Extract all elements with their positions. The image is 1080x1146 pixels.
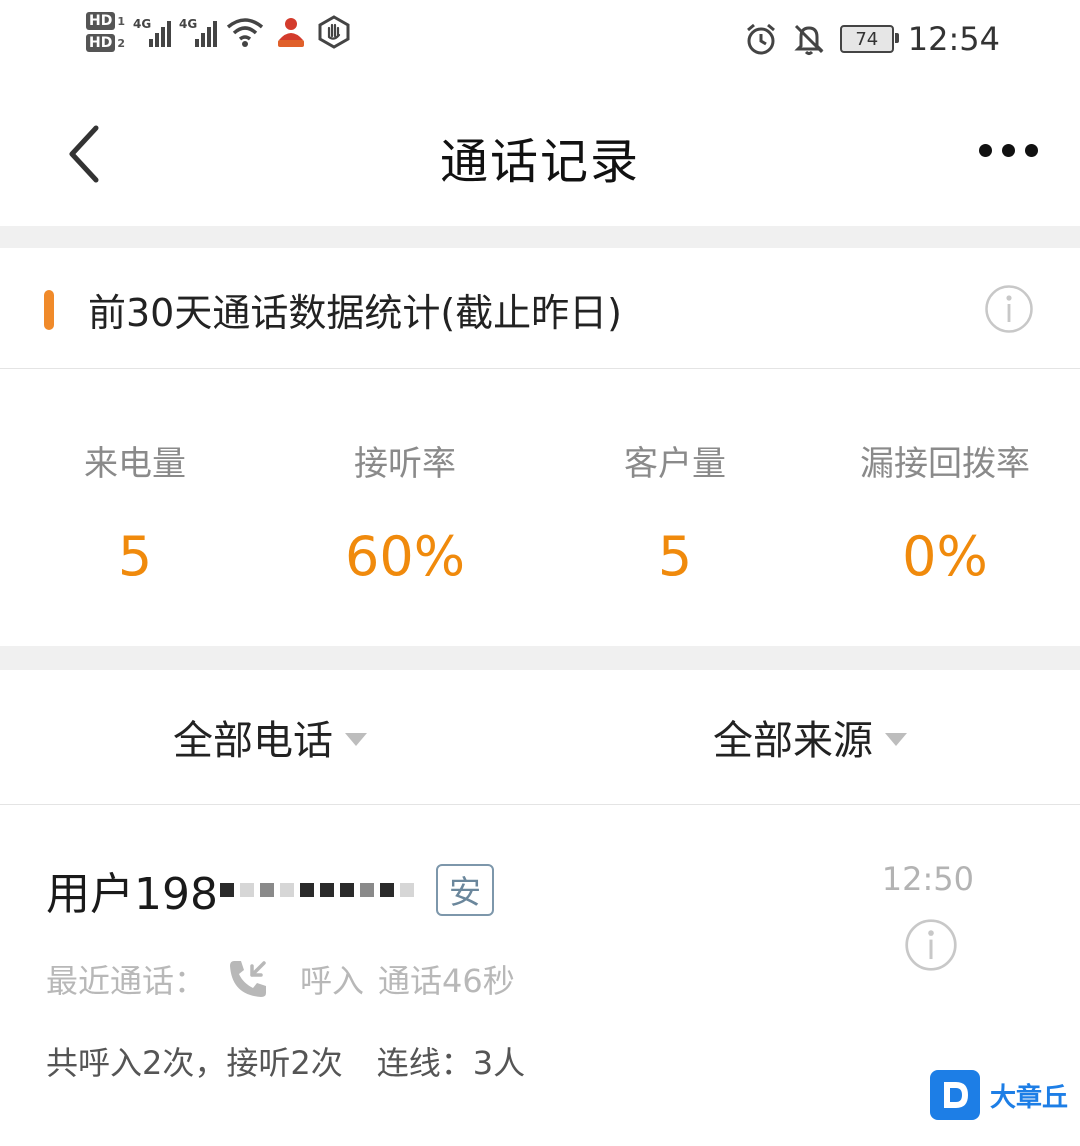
alarm-icon — [746, 23, 775, 55]
masked-number — [219, 868, 414, 912]
mute-icon — [794, 24, 824, 55]
page-title: 通话记录 — [439, 134, 640, 190]
recent-call-line: 最近通话： 呼入 通话46秒 — [46, 956, 515, 1002]
info-icon[interactable] — [984, 284, 1034, 334]
security-tag: 安 — [435, 864, 494, 916]
connection-count: 连线：3人 — [376, 1044, 526, 1082]
signal-icon-sim2: 4G — [179, 17, 217, 47]
source-filter[interactable]: 全部来源 — [540, 670, 1080, 804]
call-record-item[interactable]: 用户198 安 12:50 最近通话： 呼入 通话46秒 共呼入2次，接听2次连… — [0, 806, 1080, 1146]
more-options-icon[interactable] — [979, 144, 1038, 157]
section-divider — [0, 646, 1080, 670]
stats-header: 前30天通话数据统计(截止昨日) — [0, 248, 1080, 369]
call-summary-line: 共呼入2次，接听2次 连线：3人 — [46, 1038, 525, 1084]
filter-bar: 全部电话 全部来源 — [0, 670, 1080, 805]
call-direction: 呼入 — [300, 962, 365, 1000]
battery-indicator: 74 — [839, 25, 899, 53]
stat-missed-callback-rate: 漏接回拨率 0% — [860, 444, 1030, 588]
record-info-icon[interactable] — [904, 918, 958, 972]
watermark: 大章丘 — [930, 1070, 1068, 1120]
call-duration: 通话46秒 — [378, 962, 515, 1000]
app-notification-icon — [278, 18, 304, 47]
status-clock: 12:54 — [907, 20, 1000, 58]
incoming-call-icon — [230, 961, 267, 997]
caret-down-icon — [885, 732, 907, 746]
stat-answer-rate: 接听率 60% — [344, 444, 466, 588]
caret-down-icon — [345, 732, 367, 746]
stat-incoming-calls: 来电量 5 — [84, 444, 186, 588]
watermark-text: 大章丘 — [990, 1082, 1069, 1113]
sim1-hd-badge: HD 1 — [86, 12, 125, 30]
accent-bar — [44, 290, 54, 330]
nav-bar: 通话记录 — [0, 86, 1080, 226]
signal-icon-sim1: 4G — [133, 17, 171, 47]
status-bar: HD 1 HD 2 4G 4G 74 12:54 — [0, 0, 1080, 86]
watermark-logo — [930, 1070, 980, 1120]
stat-customer-count: 客户量 5 — [624, 444, 726, 588]
sim2-hd-badge: HD 2 — [86, 34, 125, 52]
wifi-icon — [226, 18, 264, 47]
caller-name: 用户198 — [46, 869, 218, 920]
recent-call-label: 最近通话： — [46, 962, 207, 1000]
call-time: 12:50 — [881, 860, 974, 898]
section-divider — [0, 226, 1080, 248]
call-type-filter[interactable]: 全部电话 — [0, 670, 540, 804]
call-summary: 共呼入2次，接听2次 — [46, 1044, 343, 1082]
stats-title: 前30天通话数据统计(截止昨日) — [88, 291, 623, 335]
stats-grid: 来电量 5 接听率 60% 客户量 5 漏接回拨率 0% — [0, 370, 1080, 646]
hand-icon — [318, 15, 350, 49]
